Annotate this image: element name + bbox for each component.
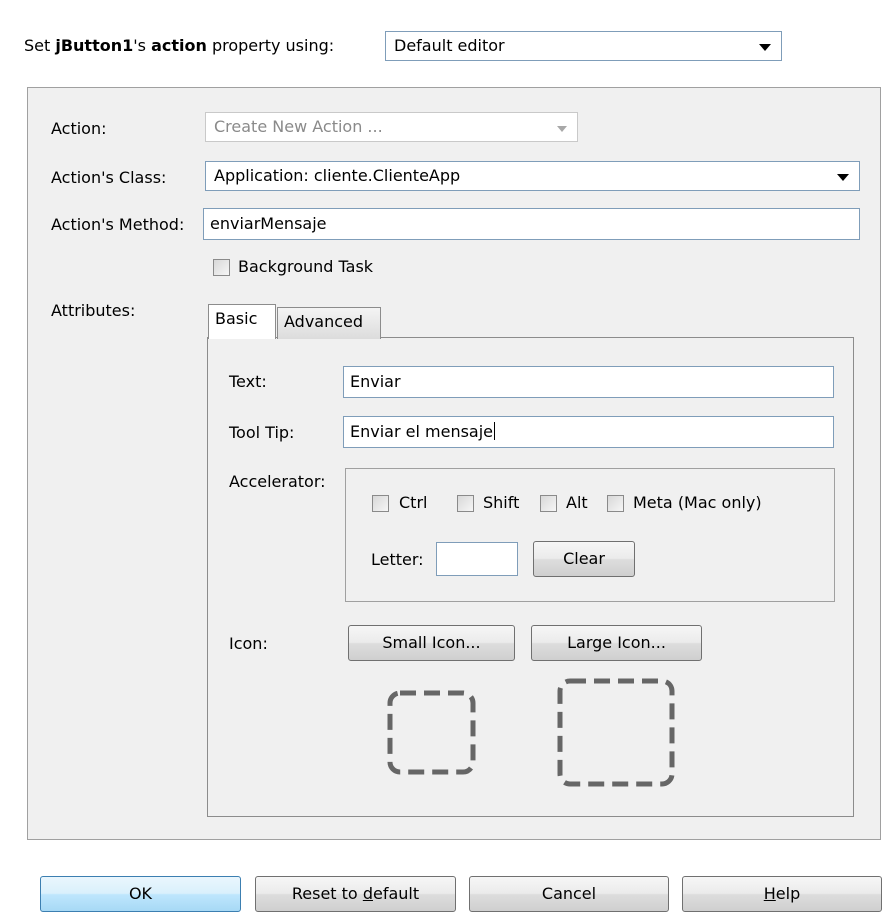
editor-select-value: Default editor bbox=[394, 36, 505, 55]
reset-to-default-button[interactable]: Reset to default bbox=[255, 876, 456, 912]
letter-label: Letter: bbox=[371, 550, 424, 569]
help-label-mnemonic: H bbox=[763, 884, 776, 903]
accelerator-group bbox=[345, 468, 835, 602]
action-class-label: Action's Class: bbox=[51, 168, 167, 187]
heading-prefix: Set bbox=[24, 36, 56, 55]
heading-suffix: property using: bbox=[206, 36, 335, 55]
cancel-button-label: Cancel bbox=[541, 884, 597, 903]
text-input-value: Enviar bbox=[350, 372, 401, 391]
text-caret bbox=[494, 422, 496, 440]
background-task-checkbox[interactable] bbox=[213, 259, 230, 276]
tab-basic[interactable]: Basic bbox=[208, 304, 276, 339]
ctrl-checkbox[interactable] bbox=[372, 495, 389, 512]
attributes-label: Attributes: bbox=[51, 301, 136, 320]
shift-checkbox[interactable] bbox=[457, 495, 474, 512]
clear-button-label: Clear bbox=[563, 549, 605, 568]
small-icon-button-label: Small Icon... bbox=[382, 633, 481, 652]
heading-property: action bbox=[151, 36, 207, 55]
action-method-value: enviarMensaje bbox=[210, 214, 327, 233]
accelerator-label: Accelerator: bbox=[229, 472, 326, 491]
help-label-suffix: elp bbox=[775, 884, 801, 903]
editor-select[interactable]: Default editor bbox=[385, 31, 782, 61]
ok-button-label: OK bbox=[128, 884, 153, 903]
small-icon-button[interactable]: Small Icon... bbox=[348, 625, 515, 661]
reset-label-prefix: Reset to bbox=[291, 884, 363, 903]
action-method-input[interactable]: enviarMensaje bbox=[203, 208, 860, 240]
ctrl-label: Ctrl bbox=[399, 493, 428, 512]
tab-advanced-label: Advanced bbox=[284, 312, 364, 331]
action-class-value: Application: cliente.ClienteApp bbox=[214, 166, 461, 185]
tab-basic-label: Basic bbox=[215, 309, 258, 328]
help-button[interactable]: Help bbox=[682, 876, 882, 912]
ok-button[interactable]: OK bbox=[40, 876, 241, 912]
background-task-label: Background Task bbox=[238, 257, 374, 276]
chevron-down-icon bbox=[759, 44, 771, 51]
action-select-value: Create New Action ... bbox=[214, 117, 383, 136]
letter-input[interactable] bbox=[436, 542, 518, 576]
reset-label-suffix: efault bbox=[372, 884, 420, 903]
action-method-label: Action's Method: bbox=[51, 215, 185, 234]
action-select: Create New Action ... bbox=[205, 112, 578, 142]
reset-label-mnemonic: d bbox=[362, 884, 373, 903]
large-icon-placeholder-icon bbox=[557, 678, 675, 787]
large-icon-button-label: Large Icon... bbox=[567, 633, 666, 652]
chevron-down-icon bbox=[837, 174, 849, 181]
alt-checkbox[interactable] bbox=[540, 495, 557, 512]
tooltip-input[interactable]: Enviar el mensaje bbox=[343, 416, 834, 448]
shift-label: Shift bbox=[483, 493, 520, 512]
clear-button[interactable]: Clear bbox=[533, 541, 635, 577]
text-label: Text: bbox=[229, 372, 267, 391]
meta-checkbox[interactable] bbox=[607, 495, 624, 512]
meta-label: Meta (Mac only) bbox=[633, 493, 762, 512]
heading-possessive: 's bbox=[133, 36, 152, 55]
icon-label: Icon: bbox=[229, 634, 268, 653]
text-input[interactable]: Enviar bbox=[343, 366, 834, 398]
heading-component: jButton1 bbox=[55, 36, 134, 55]
alt-label: Alt bbox=[566, 493, 588, 512]
tab-advanced[interactable]: Advanced bbox=[277, 307, 381, 339]
chevron-down-icon bbox=[557, 126, 567, 132]
tooltip-value-text: Enviar el mensaje bbox=[350, 422, 494, 441]
action-class-select[interactable]: Application: cliente.ClienteApp bbox=[205, 161, 860, 191]
action-label: Action: bbox=[51, 119, 107, 138]
small-icon-placeholder-icon bbox=[387, 690, 476, 775]
large-icon-button[interactable]: Large Icon... bbox=[531, 625, 702, 661]
property-editor-heading: Set jButton1's action property using: bbox=[24, 36, 334, 56]
tooltip-input-value: Enviar el mensaje bbox=[350, 422, 496, 442]
cancel-button[interactable]: Cancel bbox=[469, 876, 669, 912]
tooltip-label: Tool Tip: bbox=[229, 423, 295, 442]
